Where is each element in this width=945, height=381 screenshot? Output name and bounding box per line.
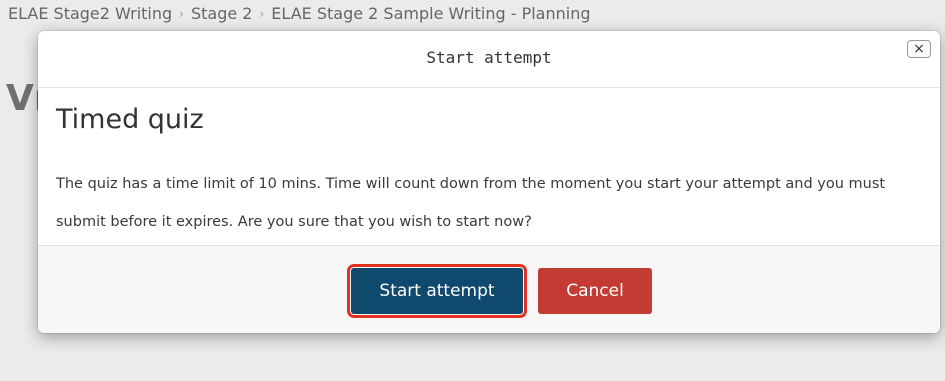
cancel-button[interactable]: Cancel — [538, 268, 652, 314]
breadcrumb-item-course[interactable]: ELAE Stage2 Writing — [8, 4, 172, 23]
dialog-header: Start attempt × — [38, 31, 940, 88]
close-button[interactable]: × — [907, 40, 931, 58]
dialog-footer: Start attempt Cancel — [38, 245, 940, 333]
close-icon: × — [913, 41, 925, 57]
breadcrumb-item-section[interactable]: Stage 2 — [191, 4, 253, 23]
dialog-body: Timed quiz The quiz has a time limit of … — [38, 88, 940, 246]
chevron-right-icon: › — [259, 7, 265, 21]
dialog-title: Start attempt — [426, 48, 552, 67]
breadcrumb: ELAE Stage2 Writing › Stage 2 › ELAE Stage 2… — [8, 4, 591, 23]
time-limit-message: The quiz has a time limit of 10 mins. Ti… — [56, 176, 886, 230]
start-attempt-button[interactable]: Start attempt — [347, 264, 527, 318]
breadcrumb-item-activity[interactable]: ELAE Stage 2 Sample Writing - Planning — [271, 4, 590, 23]
chevron-right-icon: › — [179, 7, 184, 21]
start-attempt-dialog: Start attempt × Timed quiz The quiz has … — [38, 31, 940, 333]
timed-quiz-heading: Timed quiz — [56, 104, 204, 135]
